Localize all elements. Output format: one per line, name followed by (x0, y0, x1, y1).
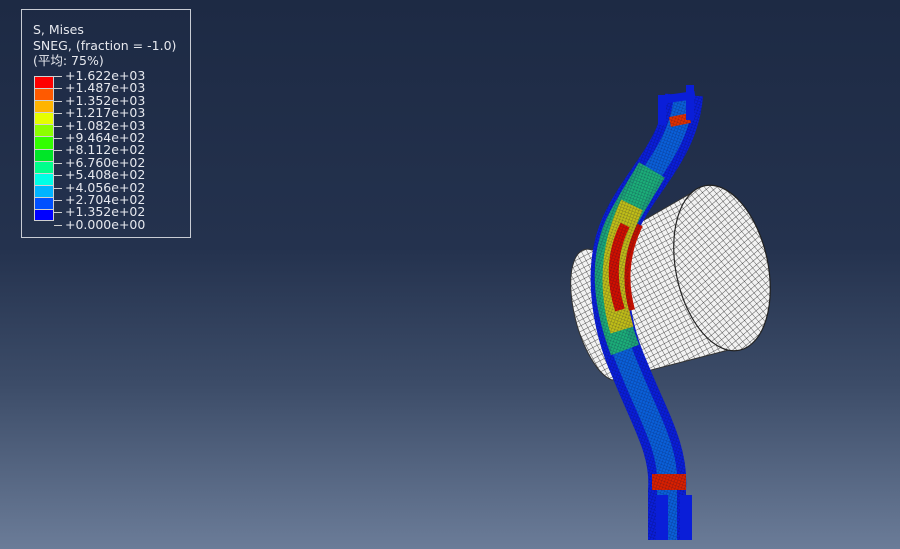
legend-color-band (34, 88, 54, 101)
legend-color-band (34, 124, 54, 137)
legend-color-band (34, 76, 54, 89)
legend-color-band (34, 136, 54, 149)
legend-color-band (34, 196, 54, 210)
legend-color-bar (34, 76, 54, 222)
contour-legend: S, Mises SNEG, (fraction = -1.0) (平均: 75… (21, 9, 191, 238)
legend-color-band (34, 148, 54, 161)
legend-color-band (34, 209, 54, 222)
legend-color-band (34, 112, 54, 125)
legend-color-band (34, 172, 54, 185)
legend-label: +0.000e+00 (54, 218, 145, 231)
legend-title: S, Mises (33, 22, 84, 37)
legend-color-band (34, 160, 54, 173)
legend-color-band (34, 100, 54, 113)
legend-color-band (34, 184, 54, 197)
legend-labels: +1.622e+03 +1.487e+03 +1.352e+03 +1.217e+03… (54, 69, 145, 231)
legend-averaging: (平均: 75%) (33, 53, 104, 68)
legend-subtitle: SNEG, (fraction = -1.0) (33, 38, 177, 53)
